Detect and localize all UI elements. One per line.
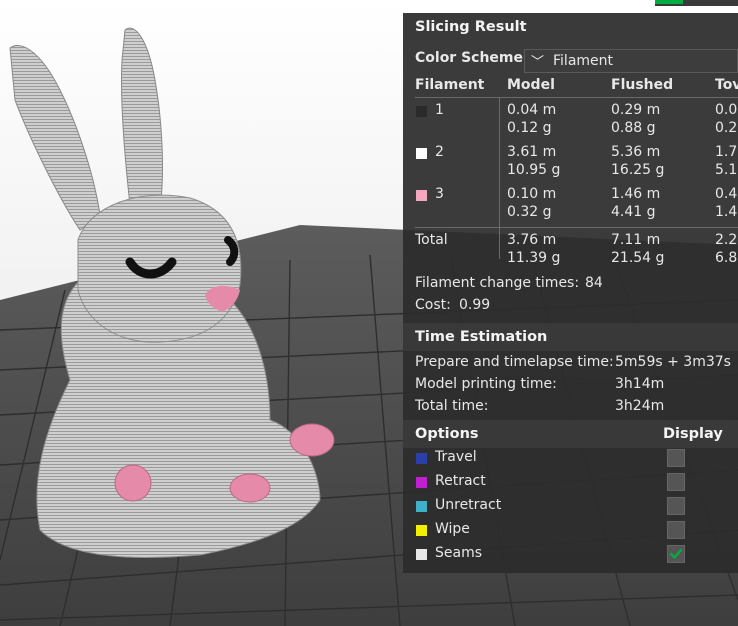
filament-2-swatch — [416, 148, 427, 159]
prepare-time-value: 5m59s + 3m37s — [615, 354, 731, 370]
filament-3-flushed-m: 1.46 m — [611, 186, 661, 202]
filament-2-model-g: 10.95 g — [507, 162, 561, 178]
option-retract-label: Retract — [435, 473, 486, 489]
option-unretract-checkbox[interactable] — [667, 497, 685, 515]
filament-1-id: 1 — [435, 102, 444, 118]
model-time-label: Model printing time: — [415, 376, 557, 392]
filament-1-model-m: 0.04 m — [507, 102, 557, 118]
option-travel-checkbox[interactable] — [667, 449, 685, 467]
chevron-down-icon: ﹀ — [531, 55, 545, 70]
total-model-m: 3.76 m — [507, 232, 557, 248]
column-divider — [499, 97, 500, 259]
option-seams-checkbox[interactable] — [667, 545, 685, 563]
total-time-label: Total time: — [415, 398, 489, 414]
accent-tab — [655, 0, 683, 4]
filament-3-model-m: 0.10 m — [507, 186, 557, 202]
option-unretract-label: Unretract — [435, 497, 502, 513]
header-divider — [415, 97, 738, 98]
cost-value: 0.99 — [459, 297, 491, 313]
filament-2-tower-g: 5.1 — [715, 162, 738, 178]
header-tower: Tov — [715, 77, 738, 93]
filament-1-model-g: 0.12 g — [507, 120, 552, 136]
filament-2-tower-m: 1.7 — [715, 144, 738, 160]
cost-label: Cost: — [415, 297, 451, 313]
filament-1-flushed-m: 0.29 m — [611, 102, 661, 118]
header-filament: Filament — [415, 77, 485, 93]
option-seams-label: Seams — [435, 545, 483, 561]
display-title: Display — [663, 426, 723, 442]
filament-2-flushed-g: 16.25 g — [611, 162, 665, 178]
checkmark-icon — [669, 548, 683, 559]
option-travel-label: Travel — [435, 449, 477, 465]
header-model: Model — [507, 77, 555, 93]
filament-3-swatch — [416, 190, 427, 201]
filament-3-model-g: 0.32 g — [507, 204, 552, 220]
option-wipe-checkbox[interactable] — [667, 521, 685, 539]
color-scheme-dropdown[interactable]: ﹀ Filament — [524, 49, 738, 73]
unretract-swatch — [416, 501, 427, 512]
total-label: Total — [415, 232, 448, 248]
prepare-time-label: Prepare and timelapse time: — [415, 354, 614, 370]
options-title: Options — [415, 426, 479, 442]
filament-1-flushed-g: 0.88 g — [611, 120, 656, 136]
total-time-value: 3h24m — [615, 398, 665, 414]
color-scheme-value: Filament — [553, 53, 614, 69]
panel-title: Slicing Result — [403, 13, 738, 41]
model-time-value: 3h14m — [615, 376, 665, 392]
option-wipe-label: Wipe — [435, 521, 470, 537]
options-header: Options Display — [403, 420, 738, 448]
total-flushed-m: 7.11 m — [611, 232, 661, 248]
header-flushed: Flushed — [611, 77, 674, 93]
total-tower-g: 6.8 — [715, 250, 738, 266]
filament-change-label: Filament change times: — [415, 275, 580, 291]
time-estimation-title: Time Estimation — [403, 323, 738, 351]
filament-3-tower-g: 1.4 — [715, 204, 738, 220]
total-flushed-g: 21.54 g — [611, 250, 665, 266]
filament-1-tower-g: 0.2 — [715, 120, 738, 136]
filament-2-flushed-m: 5.36 m — [611, 144, 661, 160]
total-model-g: 11.39 g — [507, 250, 561, 266]
retract-swatch — [416, 477, 427, 488]
seams-swatch — [416, 549, 427, 560]
filament-1-tower-m: 0.0 — [715, 102, 738, 118]
filament-3-flushed-g: 4.41 g — [611, 204, 656, 220]
color-scheme-label: Color Scheme — [415, 50, 524, 66]
filament-change-value: 84 — [585, 275, 603, 291]
total-divider — [415, 227, 738, 228]
filament-3-id: 3 — [435, 186, 444, 202]
filament-1-swatch — [416, 106, 427, 117]
total-tower-m: 2.2 — [715, 232, 738, 248]
filament-3-tower-m: 0.4 — [715, 186, 738, 202]
travel-swatch — [416, 453, 427, 464]
option-retract-checkbox[interactable] — [667, 473, 685, 491]
filament-2-id: 2 — [435, 144, 444, 160]
slicing-result-panel: Slicing Result Color Scheme ﹀ Filament F… — [403, 13, 738, 573]
filament-2-model-m: 3.61 m — [507, 144, 557, 160]
wipe-swatch — [416, 525, 427, 536]
